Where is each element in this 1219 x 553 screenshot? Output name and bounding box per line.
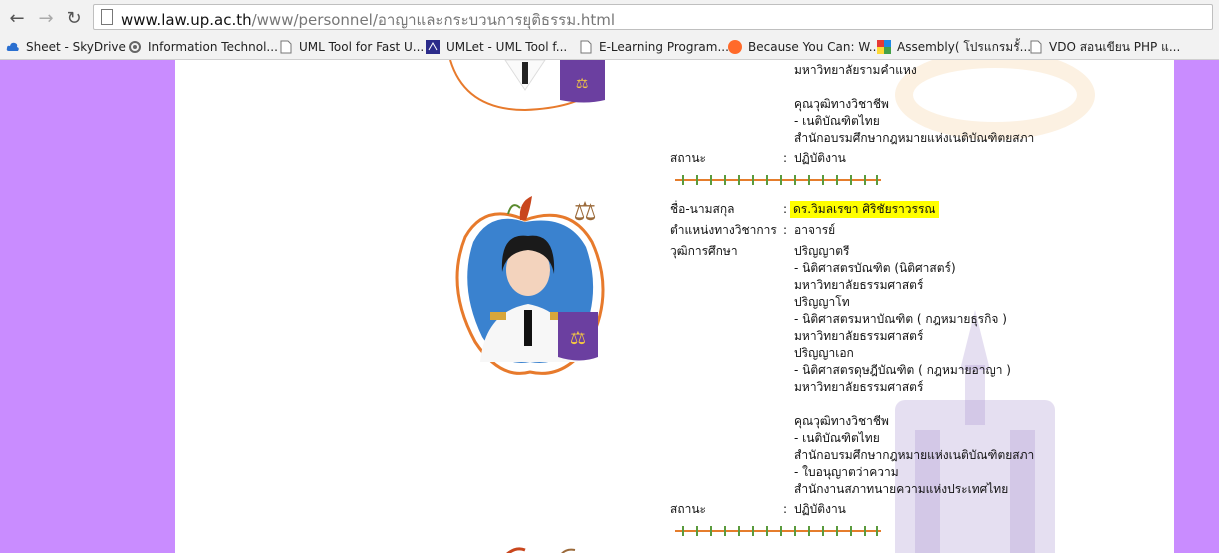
edu-line: - เนติบัณฑิตไทย <box>794 114 880 128</box>
photo-person-2: ⚖ ⚖ <box>455 196 605 375</box>
page-icon <box>1030 40 1042 54</box>
bookmark-item[interactable]: Because You Can: W... <box>728 38 880 56</box>
edu-line: สำนักอบรมศึกษากฎหมายแห่งเนติบัณฑิตยสภา <box>794 448 1035 462</box>
browser-toolbar: ← → ↻ www.law.up.ac.th/www/personnel/อาญ… <box>0 0 1219 36</box>
bookmark-item[interactable]: Information Technol... <box>128 38 278 56</box>
orange-circle-icon <box>728 40 742 54</box>
bookmark-item[interactable]: UML Tool for Fast U... <box>279 38 424 56</box>
edu-line: - นิติศาสตรบัณฑิต (นิติศาสตร์) <box>794 261 956 275</box>
bookmarks-bar: Sheet - SkyDrive Information Technol... … <box>0 35 1219 60</box>
bookmark-item[interactable]: E-Learning Program... <box>579 38 729 56</box>
bookmark-item[interactable]: VDO สอนเขียน PHP แ... <box>1029 38 1180 56</box>
divider-ornament <box>675 175 881 185</box>
edu-line: ปริญญาเอก <box>794 346 854 360</box>
umlet-icon <box>426 40 440 54</box>
status-label: สถานะ <box>670 151 706 165</box>
forward-arrow-icon[interactable]: → <box>35 7 57 29</box>
page-content: ⚖ มหาวิทยาลัยรามคำแหง คุณวุฒิทางวิชาชีพ … <box>175 60 1174 553</box>
page-icon <box>580 40 592 54</box>
edu-line: - นิติศาสตรมหาบัณฑิต ( กฎหมายธุรกิจ ) <box>794 312 1007 326</box>
url-text: www.law.up.ac.th/www/personnel/อาญาและกร… <box>121 11 616 29</box>
colon: : <box>783 223 788 237</box>
reload-icon[interactable]: ↻ <box>63 7 85 29</box>
bookmark-item[interactable]: Assembly( โปรแกรมรั้... <box>877 38 1031 56</box>
edu-line: - ใบอนุญาตว่าความ <box>794 465 899 479</box>
svg-text:⚖: ⚖ <box>570 328 586 349</box>
divider-ornament <box>675 526 881 536</box>
cloud-icon <box>6 42 19 51</box>
edu-line: มหาวิทยาลัยธรรมศาสตร์ <box>794 278 924 292</box>
colon: : <box>783 151 788 165</box>
colon: : <box>783 202 788 216</box>
education-label: วุฒิการศึกษา <box>670 244 738 258</box>
edu-line: สำนักอบรมศึกษากฎหมายแห่งเนติบัณฑิตยสภา <box>794 131 1035 145</box>
edu-line: ปริญญาโท <box>794 295 850 309</box>
edu-line: คุณวุฒิทางวิชาชีพ <box>794 414 889 428</box>
photo-person-1: ⚖ <box>449 60 605 112</box>
watermark-seal <box>895 60 1095 140</box>
edu-line: มหาวิทยาลัยรามคำแหง <box>794 63 917 77</box>
name-label: ชื่อ-นามสกุล <box>670 202 735 216</box>
photo-person-3 <box>506 547 576 553</box>
status-value: ปฏิบัติงาน <box>794 502 846 516</box>
status-value: ปฏิบัติงาน <box>794 151 846 165</box>
colon: : <box>783 502 788 516</box>
page-icon <box>101 9 113 25</box>
colorful-icon <box>877 40 891 54</box>
edu-line: มหาวิทยาลัยธรรมศาสตร์ <box>794 329 924 343</box>
bookmark-item[interactable]: Sheet - SkyDrive <box>6 38 126 56</box>
page-icon <box>280 40 292 54</box>
position-value: อาจารย์ <box>794 223 836 237</box>
edu-line: สำนักงานสภาทนายความแห่งประเทศไทย <box>794 482 1009 496</box>
bookmark-item[interactable]: UMLet - UML Tool f... <box>426 38 567 56</box>
gear-icon <box>129 41 141 53</box>
svg-text:⚖: ⚖ <box>573 197 596 227</box>
watermark-emblem <box>895 310 1055 553</box>
edu-line: - นิติศาสตรดุษฎีบัณฑิต ( กฎหมายอาญา ) <box>794 363 1011 377</box>
status-label: สถานะ <box>670 502 706 516</box>
position-label: ตำแหน่งทางวิชาการ <box>670 223 777 237</box>
edu-line: คุณวุฒิทางวิชาชีพ <box>794 97 889 111</box>
address-bar[interactable]: www.law.up.ac.th/www/personnel/อาญาและกร… <box>93 4 1213 30</box>
back-arrow-icon[interactable]: ← <box>6 7 28 29</box>
edu-line: - เนติบัณฑิตไทย <box>794 431 880 445</box>
edu-line: มหาวิทยาลัยธรรมศาสตร์ <box>794 380 924 394</box>
svg-text:⚖: ⚖ <box>576 76 589 92</box>
edu-line: ปริญญาตรี <box>794 244 850 258</box>
name-value: ดร.วิมลเรขา ศิริชัยราวรรณ <box>790 201 939 218</box>
